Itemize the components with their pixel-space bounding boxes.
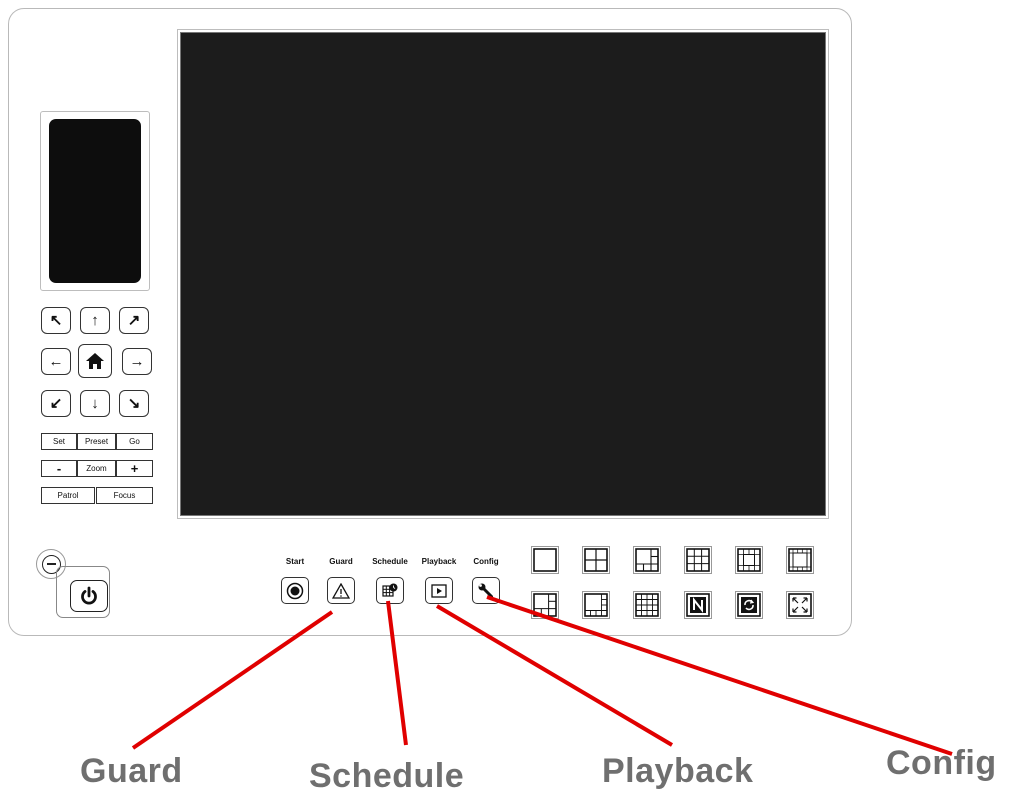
schedule-callout-line <box>386 600 408 746</box>
schedule-callout: Schedule <box>309 757 465 795</box>
playback-callout: Playback <box>602 752 754 790</box>
guard-callout: Guard <box>80 752 183 790</box>
playback-callout-line <box>435 604 674 747</box>
config-callout: Config <box>886 744 997 782</box>
callout-lines <box>131 595 953 756</box>
guard-callout-line <box>131 610 334 750</box>
